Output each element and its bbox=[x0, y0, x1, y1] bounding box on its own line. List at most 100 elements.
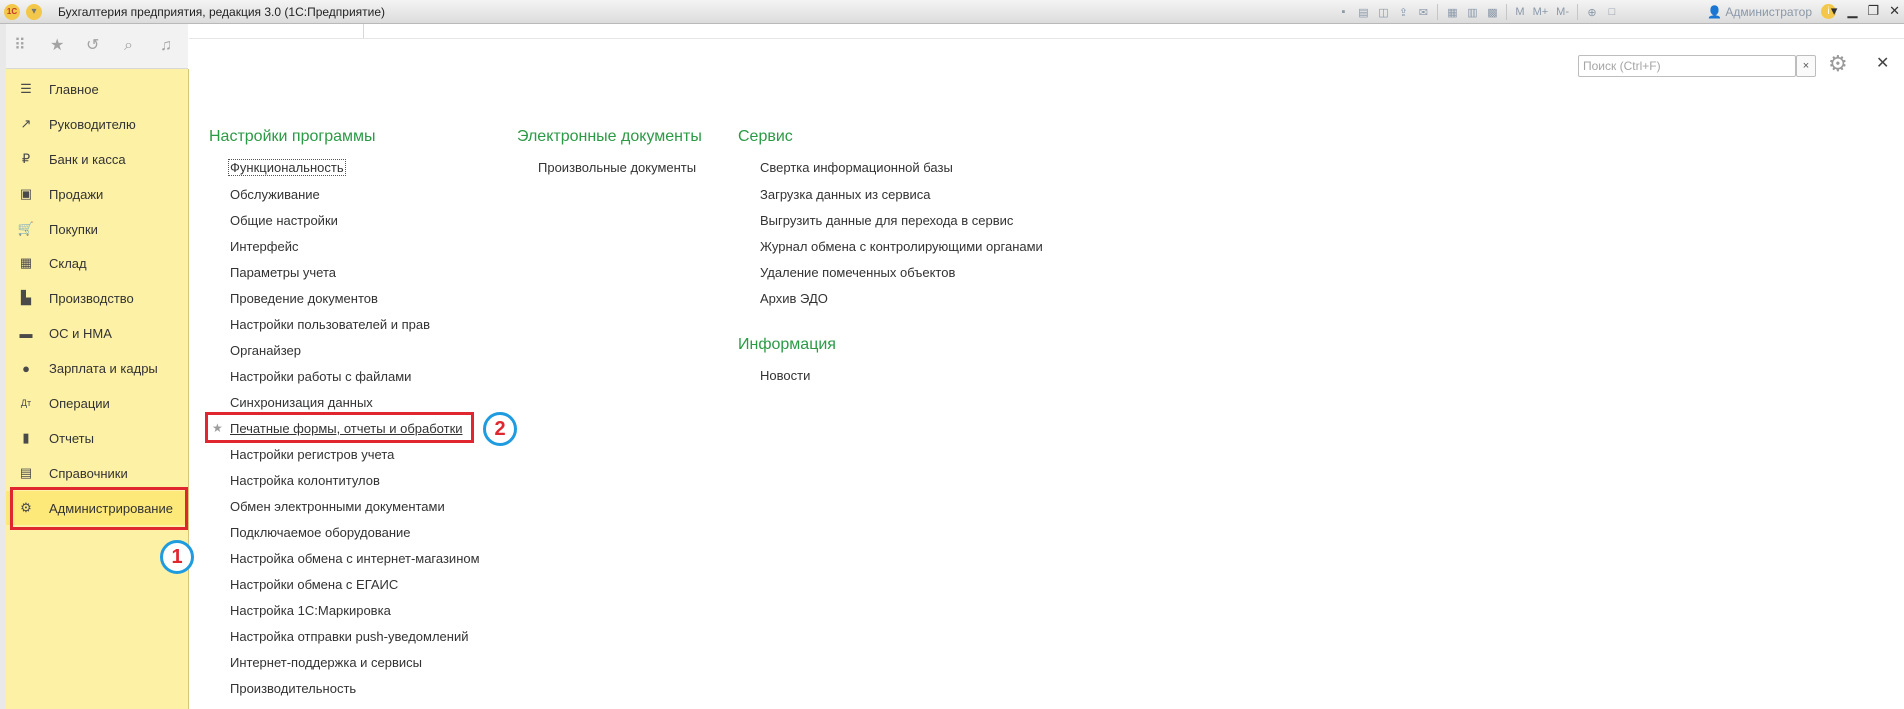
link-infobase-rollup[interactable]: Свертка информационной базы bbox=[760, 160, 953, 175]
close-window-icon[interactable]: ✕ bbox=[1889, 3, 1900, 19]
link-document-posting[interactable]: Проведение документов bbox=[230, 291, 378, 306]
link-push-notifications[interactable]: Настройка отправки push-уведомлений bbox=[230, 629, 468, 644]
mail-icon[interactable]: ✉ bbox=[1415, 4, 1431, 20]
notifications-icon[interactable]: ♫ bbox=[160, 38, 172, 54]
link-accounting-parameters[interactable]: Параметры учета bbox=[230, 265, 336, 280]
link-general-settings[interactable]: Общие настройки bbox=[230, 213, 338, 228]
minimize-icon[interactable]: ▁ bbox=[1847, 3, 1857, 19]
window-icon[interactable]: □ bbox=[1604, 4, 1620, 20]
apps-grid-icon[interactable]: ⠿ bbox=[14, 38, 26, 54]
link-organizer[interactable]: Органайзер bbox=[230, 343, 301, 358]
link-arbitrary-documents[interactable]: Произвольные документы bbox=[538, 160, 696, 175]
sidebar-item-warehouse[interactable]: ▦ Склад bbox=[6, 246, 188, 280]
user-name: Администратор bbox=[1725, 5, 1812, 19]
sidebar-item-label: Банк и касса bbox=[49, 151, 126, 167]
list-icon: ☰ bbox=[20, 81, 32, 96]
sidebar-item-fixed-assets[interactable]: ▬ ОС и НМА bbox=[6, 316, 188, 350]
sidebar-item-main[interactable]: ☰ Главное bbox=[6, 72, 188, 106]
link-headers-footers[interactable]: Настройка колонтитулов bbox=[230, 473, 380, 488]
warehouse-icon: ▦ bbox=[19, 255, 33, 270]
sidebar-item-label: Справочники bbox=[49, 465, 128, 481]
link-delete-marked-objects[interactable]: Удаление помеченных объектов bbox=[760, 265, 955, 280]
trend-icon: ↗ bbox=[20, 116, 32, 131]
calculator-icon[interactable]: ▩ bbox=[1484, 4, 1500, 20]
open-windows-strip bbox=[189, 24, 1904, 39]
sidebar-item-salary[interactable]: ● Зарплата и кадры bbox=[6, 351, 188, 385]
link-connected-equipment[interactable]: Подключаемое оборудование bbox=[230, 525, 411, 540]
sidebar-item-catalogs[interactable]: ▤ Справочники bbox=[6, 456, 188, 490]
memory-minus-button[interactable]: M- bbox=[1554, 4, 1571, 20]
sidebar-item-manager[interactable]: ↗ Руководителю bbox=[6, 107, 188, 141]
step-badge-2: 2 bbox=[483, 412, 517, 446]
sidebar-item-label: ОС и НМА bbox=[49, 325, 112, 341]
upload-icon[interactable]: ⇪ bbox=[1395, 4, 1411, 20]
zoom-icon[interactable]: ⊕ bbox=[1584, 4, 1600, 20]
memory-plus-button[interactable]: M+ bbox=[1531, 4, 1551, 20]
link-file-settings[interactable]: Настройки работы с файлами bbox=[230, 369, 411, 384]
sidebar-item-sales[interactable]: ▣ Продажи bbox=[6, 177, 188, 211]
sections-sidebar: ☰ Главное ↗ Руководителю ₽ Банк и касса … bbox=[6, 69, 189, 709]
link-edoc-exchange[interactable]: Обмен электронными документами bbox=[230, 499, 445, 514]
restore-icon[interactable]: ❐ bbox=[1867, 3, 1879, 19]
calendar-icon[interactable]: ▥ bbox=[1464, 4, 1480, 20]
close-icon[interactable]: ✕ bbox=[1876, 56, 1889, 72]
ledger-icon: Дт bbox=[20, 398, 32, 408]
dropdown-icon[interactable]: ▾ bbox=[1831, 3, 1838, 19]
bar-chart-icon: ▮ bbox=[22, 430, 30, 445]
highlight-print-forms bbox=[205, 412, 474, 443]
toolbar-divider bbox=[1577, 4, 1578, 20]
sidebar-item-purchases[interactable]: 🛒 Покупки bbox=[6, 212, 188, 246]
table-icon[interactable]: ▦ bbox=[1444, 4, 1460, 20]
history-icon[interactable]: ↺ bbox=[86, 38, 99, 54]
section-title-program-settings: Настройки программы bbox=[209, 128, 376, 145]
sidebar-item-label: Главное bbox=[49, 81, 99, 97]
preview-icon[interactable]: ◫ bbox=[1375, 4, 1391, 20]
coin-icon: ₽ bbox=[21, 151, 31, 166]
factory-icon: ▙ bbox=[21, 290, 31, 305]
link-users-rights[interactable]: Настройки пользователей и прав bbox=[230, 317, 430, 332]
link-functionality[interactable]: Функциональность bbox=[228, 159, 346, 176]
strip-divider bbox=[363, 24, 364, 38]
memory-button[interactable]: M bbox=[1513, 4, 1526, 20]
link-internet-support[interactable]: Интернет-поддержка и сервисы bbox=[230, 655, 422, 670]
link-news[interactable]: Новости bbox=[760, 368, 810, 383]
title-bar: 1С ▾ Бухгалтерия предприятия, редакция 3… bbox=[0, 0, 1904, 24]
link-export-to-service[interactable]: Выгрузить данные для перехода в сервис bbox=[760, 213, 1013, 228]
print-icon[interactable]: ▤ bbox=[1355, 4, 1371, 20]
link-edo-archive[interactable]: Архив ЭДО bbox=[760, 291, 828, 306]
save-icon[interactable]: ▪ bbox=[1335, 4, 1351, 20]
search-icon[interactable]: ⌕ bbox=[124, 38, 133, 54]
sidebar-item-label: Производство bbox=[49, 290, 134, 306]
sidebar-item-bank[interactable]: ₽ Банк и касса bbox=[6, 142, 188, 176]
favorites-icon[interactable]: ★ bbox=[50, 38, 64, 54]
sidebar-item-label: Операции bbox=[49, 395, 110, 411]
window-controls: ▾ ▁ ❐ ✕ bbox=[1831, 3, 1900, 19]
link-regulator-exchange-log[interactable]: Журнал обмена с контролирующими органами bbox=[760, 239, 1043, 254]
sidebar-item-production[interactable]: ▙ Производство bbox=[6, 281, 188, 315]
link-interface[interactable]: Интерфейс bbox=[230, 239, 298, 254]
search-clear-button[interactable]: × bbox=[1796, 55, 1816, 77]
highlight-administration bbox=[10, 487, 188, 530]
main-menu-icon[interactable]: ▾ bbox=[26, 4, 42, 20]
link-register-settings[interactable]: Настройки регистров учета bbox=[230, 447, 394, 462]
settings-gear-icon[interactable]: ⚙ bbox=[1828, 52, 1848, 76]
search-input[interactable] bbox=[1578, 55, 1796, 77]
sidebar-item-label: Руководителю bbox=[49, 116, 136, 132]
sidebar-item-reports[interactable]: ▮ Отчеты bbox=[6, 421, 188, 455]
link-egais-exchange[interactable]: Настройки обмена с ЕГАИС bbox=[230, 577, 398, 592]
link-online-store-exchange[interactable]: Настройка обмена с интернет-магазином bbox=[230, 551, 480, 566]
link-performance[interactable]: Производительность bbox=[230, 681, 356, 696]
current-user[interactable]: 👤 Администратор bbox=[1707, 5, 1812, 19]
books-icon: ▤ bbox=[19, 465, 33, 480]
link-data-sync[interactable]: Синхронизация данных bbox=[230, 395, 373, 410]
link-marking-settings[interactable]: Настройка 1С:Маркировка bbox=[230, 603, 391, 618]
link-load-from-service[interactable]: Загрузка данных из сервиса bbox=[760, 187, 931, 202]
title-toolbar: ▪ ▤ ◫ ⇪ ✉ ▦ ▥ ▩ M M+ M- ⊕ □ bbox=[1335, 4, 1620, 20]
toolbar-divider bbox=[1506, 4, 1508, 20]
link-maintenance[interactable]: Обслуживание bbox=[230, 187, 320, 202]
section-title-service: Сервис bbox=[738, 128, 793, 145]
person-icon: ● bbox=[22, 360, 30, 376]
sidebar-item-label: Продажи bbox=[49, 186, 104, 202]
sidebar-item-label: Склад bbox=[49, 255, 87, 271]
sidebar-item-operations[interactable]: Дт Операции bbox=[6, 386, 188, 420]
